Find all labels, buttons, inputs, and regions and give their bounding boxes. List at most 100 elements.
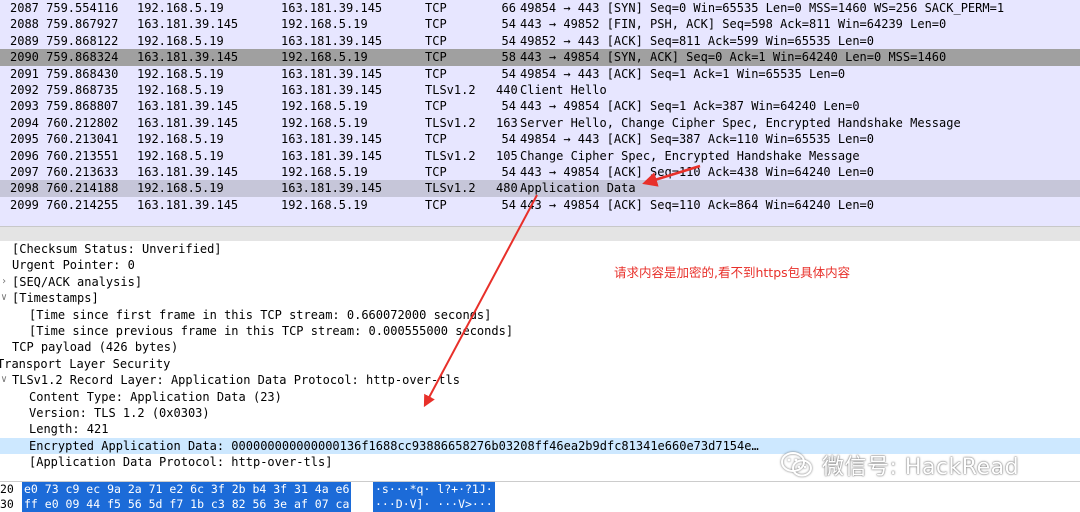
packet-row[interactable]: 2092 759.868735 192.168.5.19 163.181.39.14… xyxy=(0,81,1080,99)
packet-source: 192.168.5.19 xyxy=(137,66,224,81)
packet-destination: 163.181.39.145 xyxy=(281,33,383,48)
watermark-text: 微信号: HackRead xyxy=(822,455,1020,480)
packet-number-time: 2090 759.868324 xyxy=(10,50,119,65)
detail-tree-item[interactable]: ∨ TLSv1.2 Record Layer: Application Data … xyxy=(0,372,1080,388)
detail-tree-item[interactable]: Version: TLS 1.2 (0x0303) xyxy=(0,405,1080,421)
packet-destination: 192.168.5.19 xyxy=(281,17,368,32)
packet-row[interactable]: 2088 759.867927 163.181.39.145 192.168.5.1… xyxy=(0,16,1080,33)
detail-item-label: [SEQ/ACK analysis] xyxy=(12,274,143,289)
hex-ascii: ·s···*q· l?+·?1J· xyxy=(373,482,495,497)
packet-length: 66 xyxy=(501,1,516,15)
packet-destination: 192.168.5.19 xyxy=(281,197,368,212)
packet-destination: 163.181.39.145 xyxy=(281,181,383,196)
detail-item-label: [Time since first frame in this TCP stre… xyxy=(29,307,492,322)
packet-number-time: 2088 759.867927 xyxy=(10,17,119,32)
packet-source: 163.181.39.145 xyxy=(137,197,239,212)
packet-source: 192.168.5.19 xyxy=(137,132,224,147)
packet-destination: 163.181.39.145 xyxy=(281,132,383,147)
expand-chevron-icon[interactable]: ∨ xyxy=(1,290,7,306)
packet-source: 192.168.5.19 xyxy=(137,148,224,163)
packet-number-time: 2098 760.214188 xyxy=(10,181,119,196)
packet-protocol: TCP xyxy=(425,132,447,147)
packet-destination: 192.168.5.19 xyxy=(281,164,368,179)
packet-number-time: 2093 759.868807 xyxy=(10,99,119,114)
packet-protocol: TLSv1.2 xyxy=(425,181,476,196)
packet-info: 443 → 49854 [ACK] Seq=1 Ack=387 Win=6424… xyxy=(520,99,860,114)
hex-row: 20 e0 73 c9 ec 9a 2a 71 e2 6c 3f 2b b4 3f… xyxy=(0,482,1080,497)
packet-list[interactable]: 2087 759.554116 192.168.5.19 163.181.39.14… xyxy=(0,0,1080,226)
detail-item-label: Version: TLS 1.2 (0x0303) xyxy=(29,405,210,420)
detail-item-label: Length: 421 xyxy=(29,422,109,437)
detail-item-label: [Timestamps] xyxy=(12,291,99,306)
packet-row[interactable]: 2097 760.213633 163.181.39.145 192.168.5.1… xyxy=(0,163,1080,181)
hex-ascii: ···D·V]· ···V>··· xyxy=(373,497,495,512)
collapse-chevron-icon[interactable]: › xyxy=(1,274,7,290)
packet-source: 192.168.5.19 xyxy=(137,33,224,48)
packet-details-tree[interactable]: [Checksum Status: Unverified] Urgent Poin… xyxy=(0,241,1080,481)
detail-tree-item[interactable]: [Checksum Status: Unverified] xyxy=(0,241,1080,257)
packet-info: 49852 → 443 [ACK] Seq=811 Ack=599 Win=65… xyxy=(520,33,875,48)
packet-row[interactable]: 2089 759.868122 192.168.5.19 163.181.39.14… xyxy=(0,32,1080,50)
packet-number-time: 2087 759.554116 xyxy=(10,1,119,15)
packet-length: 440 xyxy=(496,82,518,97)
detail-item-label: [Checksum Status: Unverified] xyxy=(12,242,222,256)
packet-source: 192.168.5.19 xyxy=(137,1,224,15)
packet-row[interactable]: 2093 759.868807 163.181.39.145 192.168.5.1… xyxy=(0,98,1080,115)
detail-tree-item[interactable]: Length: 421 xyxy=(0,421,1080,437)
packet-protocol: TCP xyxy=(425,164,447,179)
packet-number-time: 2099 760.214255 xyxy=(10,197,119,212)
packet-protocol: TLSv1.2 xyxy=(425,82,476,97)
detail-tree-item[interactable]: Content Type: Application Data (23) xyxy=(0,389,1080,405)
detail-tree-item[interactable]: TCP payload (426 bytes) xyxy=(0,339,1080,355)
packet-list-scrollbar[interactable] xyxy=(0,226,1080,242)
expand-chevron-icon[interactable]: ∨ xyxy=(1,372,7,388)
detail-tree-item[interactable]: [Time since previous frame in this TCP s… xyxy=(0,323,1080,339)
packet-row[interactable]: 2087 759.554116 192.168.5.19 163.181.39.14… xyxy=(0,0,1080,17)
packet-row[interactable]: 2098 760.214188 192.168.5.19 163.181.39.14… xyxy=(0,180,1080,197)
detail-item-label: Encrypted Application Data: 000000000000… xyxy=(29,438,759,453)
packet-length: 54 xyxy=(501,197,516,212)
detail-tree-item[interactable]: Transport Layer Security xyxy=(0,356,1080,372)
packet-protocol: TCP xyxy=(425,197,447,212)
packet-destination: 163.181.39.145 xyxy=(281,66,383,81)
packet-source: 192.168.5.19 xyxy=(137,181,224,196)
packet-length: 54 xyxy=(501,164,516,179)
packet-length: 54 xyxy=(501,99,516,114)
packet-length: 54 xyxy=(501,132,516,147)
packet-info: Application Data xyxy=(520,181,636,196)
packet-destination: 192.168.5.19 xyxy=(281,50,368,65)
packet-protocol: TCP xyxy=(425,33,447,48)
packet-row[interactable]: 2099 760.214255 163.181.39.145 192.168.5.1… xyxy=(0,196,1080,214)
packet-info: 49854 → 443 [ACK] Seq=1 Ack=1 Win=65535 … xyxy=(520,66,846,81)
packet-info: 443 → 49854 [SYN, ACK] Seq=0 Ack=1 Win=6… xyxy=(520,50,947,65)
packet-row[interactable]: 2091 759.868430 192.168.5.19 163.181.39.14… xyxy=(0,65,1080,82)
packet-row[interactable]: 2094 760.212802 163.181.39.145 192.168.5.1… xyxy=(0,114,1080,132)
packet-number-time: 2091 759.868430 xyxy=(10,66,119,81)
hex-bytes: e0 73 c9 ec 9a 2a 71 e2 6c 3f 2b b4 3f 3… xyxy=(22,482,352,497)
packet-protocol: TCP xyxy=(425,66,447,81)
packet-number-time: 2097 760.213633 xyxy=(10,164,119,179)
packet-info: 443 → 49854 [ACK] Seq=110 Ack=438 Win=64… xyxy=(520,164,875,179)
packet-number-time: 2089 759.868122 xyxy=(10,33,119,48)
packet-protocol: TLSv1.2 xyxy=(425,148,476,163)
detail-tree-item[interactable]: Urgent Pointer: 0 xyxy=(0,257,1080,273)
hex-offset: 30 xyxy=(0,497,14,511)
packet-number-time: 2092 759.868735 xyxy=(10,82,119,97)
detail-tree-item[interactable]: › [SEQ/ACK analysis] xyxy=(0,274,1080,290)
detail-tree-item[interactable]: [Time since first frame in this TCP stre… xyxy=(0,307,1080,323)
packet-row[interactable]: 2090 759.868324 163.181.39.145 192.168.5.1… xyxy=(0,49,1080,66)
packet-info: 443 → 49852 [FIN, PSH, ACK] Seq=598 Ack=… xyxy=(520,17,947,32)
detail-tree-item[interactable]: ∨ [Timestamps] xyxy=(0,290,1080,306)
packet-number-time: 2095 760.213041 xyxy=(10,132,119,147)
packet-bytes-pane[interactable]: 20 e0 73 c9 ec 9a 2a 71 e2 6c 3f 2b b4 3f… xyxy=(0,481,1080,512)
packet-row[interactable]: 2095 760.213041 192.168.5.19 163.181.39.14… xyxy=(0,131,1080,148)
packet-destination: 192.168.5.19 xyxy=(281,115,368,130)
packet-source: 192.168.5.19 xyxy=(137,82,224,97)
detail-item-label: Urgent Pointer: 0 xyxy=(12,258,135,273)
packet-source: 163.181.39.145 xyxy=(137,99,239,114)
packet-source: 163.181.39.145 xyxy=(137,164,239,179)
detail-item-label: TCP payload (426 bytes) xyxy=(12,340,179,355)
packet-info: Client Hello xyxy=(520,82,607,97)
packet-row[interactable]: 2096 760.213551 192.168.5.19 163.181.39.14… xyxy=(0,147,1080,164)
detail-item-label: [Time since previous frame in this TCP s… xyxy=(29,323,514,338)
